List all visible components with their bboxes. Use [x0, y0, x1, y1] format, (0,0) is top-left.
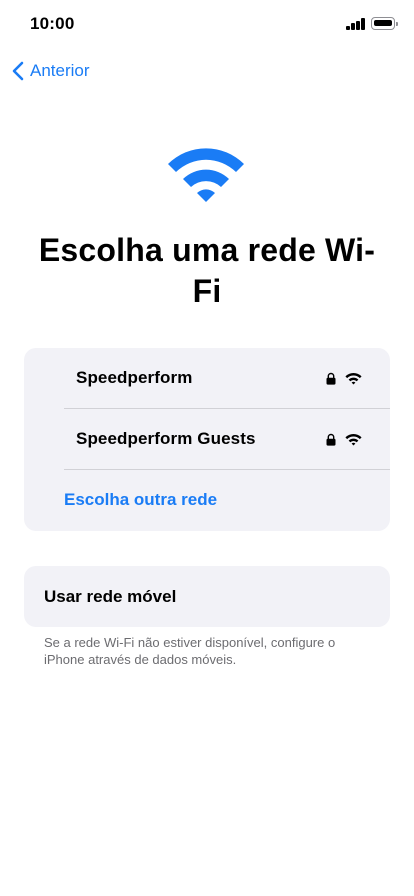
wifi-icon [345, 434, 362, 446]
back-button[interactable]: Anterior [12, 58, 90, 84]
network-name: Speedperform [76, 368, 193, 387]
use-cellular-label: Usar rede móvel [44, 587, 177, 606]
network-list: Speedperform Speedperform Guests Escolha… [24, 348, 390, 531]
network-row-speedperform[interactable]: Speedperform [24, 348, 390, 409]
chevron-left-icon [12, 61, 24, 81]
wifi-setup-screen: 10:00 Anterior Escolha uma rede Wi-Fi Sp… [0, 0, 414, 896]
wifi-icon [345, 373, 362, 385]
lock-icon [326, 372, 336, 385]
choose-other-network-link[interactable]: Escolha outra rede [64, 490, 217, 510]
lock-icon [326, 433, 336, 446]
separator [64, 469, 390, 470]
wifi-icon [168, 148, 244, 202]
cellular-footnote: Se a rede Wi-Fi não estiver disponível, … [44, 635, 336, 667]
status-time: 10:00 [30, 14, 75, 33]
status-bar: 10:00 [0, 0, 414, 48]
page-title: Escolha uma rede Wi-Fi [38, 232, 376, 309]
network-row-speedperform-guests[interactable]: Speedperform Guests [24, 409, 390, 470]
back-label: Anterior [30, 61, 90, 80]
battery-icon [371, 17, 398, 30]
use-cellular-button[interactable]: Usar rede móvel [24, 566, 390, 627]
cellular-signal-icon [346, 18, 366, 30]
network-name: Speedperform Guests [76, 429, 256, 448]
